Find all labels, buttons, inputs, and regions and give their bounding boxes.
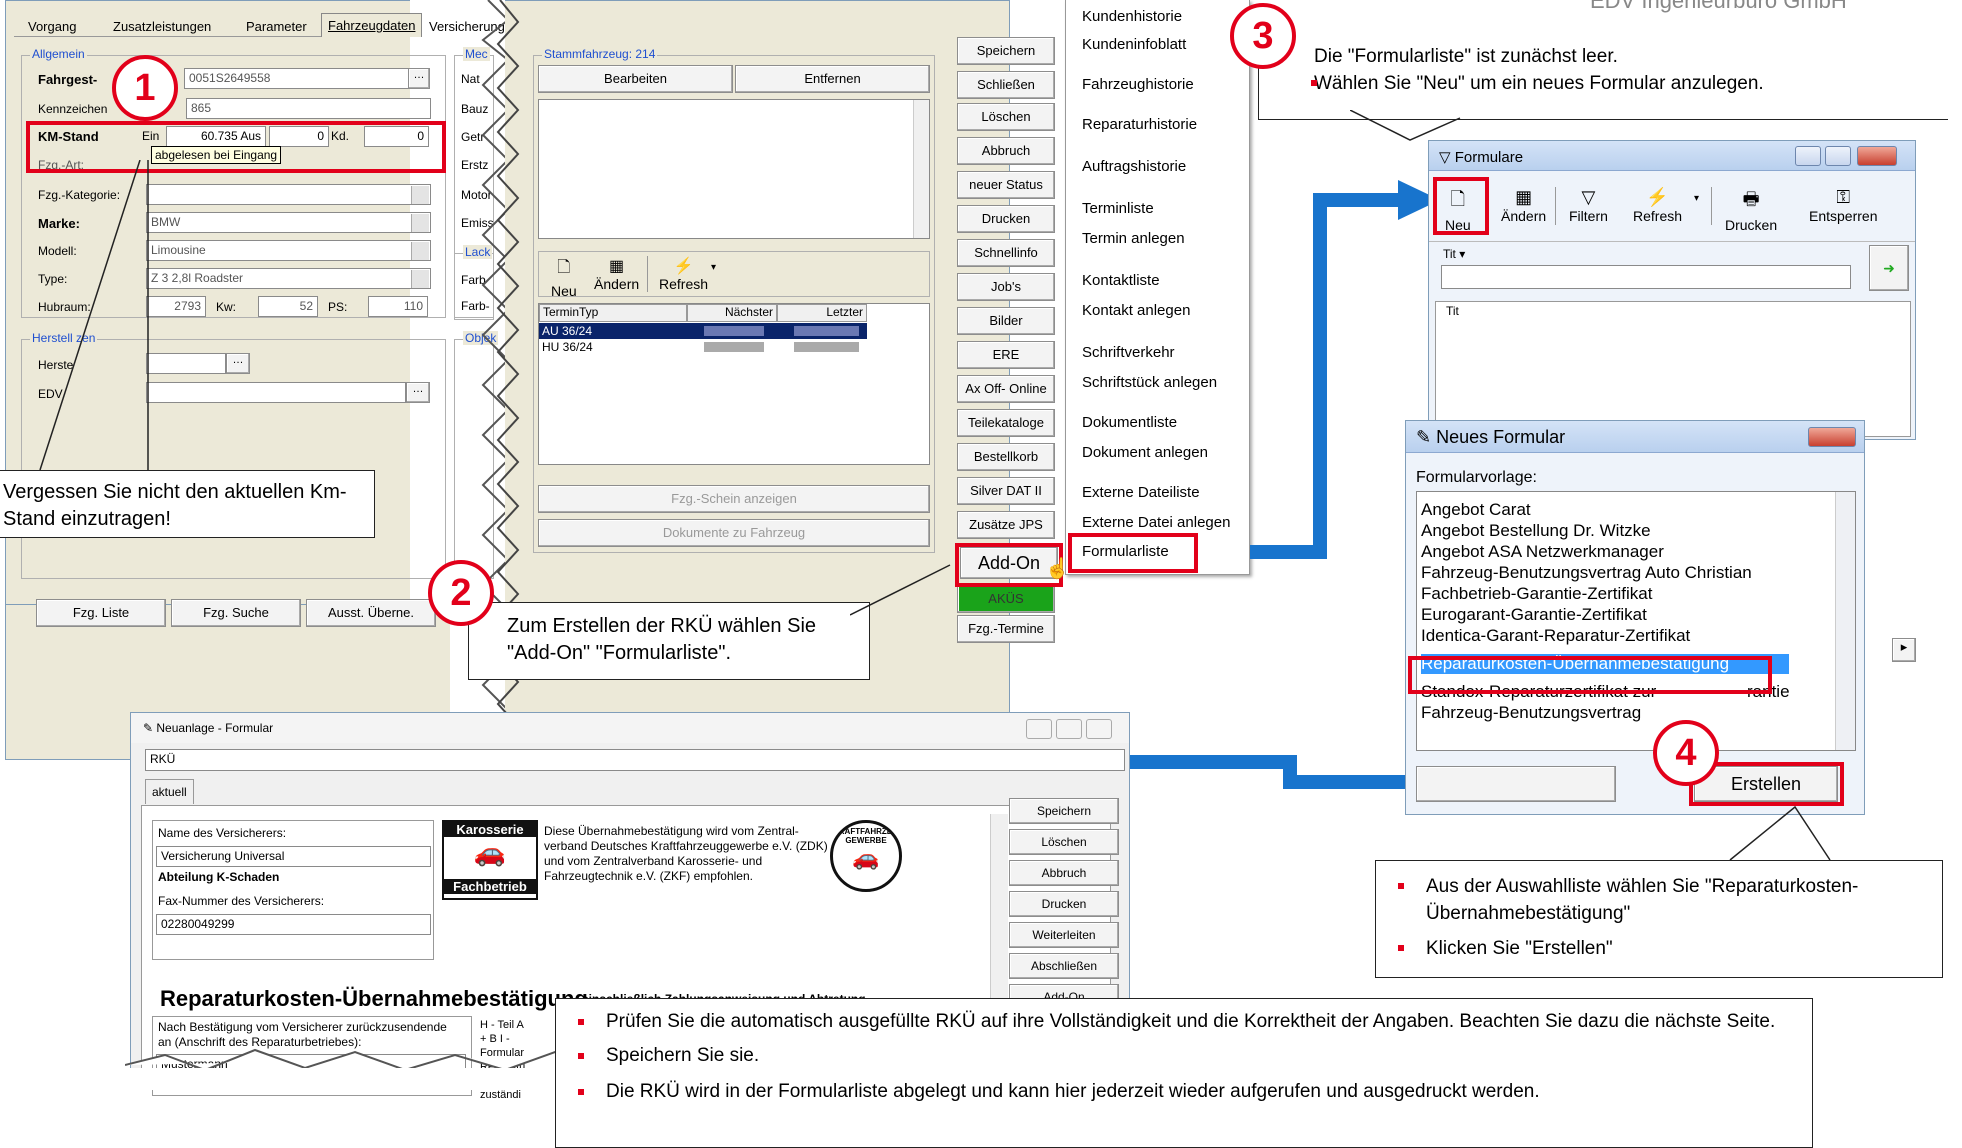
list-item[interactable]: Fahrzeug-Benutzungsvertrag xyxy=(1421,703,1641,723)
close-button[interactable] xyxy=(1857,146,1897,166)
logo-bottom-text: Fachbetrieb xyxy=(444,879,536,894)
list-item[interactable]: Angebot Bestellung Dr. Witzke xyxy=(1421,521,1651,541)
rku-highlight xyxy=(1408,656,1772,694)
neuanlage-abbruch-button[interactable]: Abbruch xyxy=(1009,860,1119,886)
minimize-button[interactable] xyxy=(1795,146,1821,166)
karosserie-logo: Karosserie 🚗 Fachbetrieb xyxy=(442,820,538,900)
neuanlage-title-text: Neuanlage - Formular xyxy=(156,721,274,735)
neues-formular-dialog: ✎ Neues Formular Formularvorlage: Angebo… xyxy=(1405,420,1865,815)
apply-filter-button[interactable]: ➜ xyxy=(1869,245,1909,291)
neuanlage-title: ✎ Neuanlage - Formular xyxy=(143,721,274,735)
formulare-refresh-label: Refresh xyxy=(1633,208,1683,224)
list-item[interactable]: Eurogarant-Garantie-Zertifikat xyxy=(1421,605,1647,625)
list-item[interactable]: Angebot ASA Netzwerkmanager xyxy=(1421,542,1664,562)
formularvorlage-label: Formularvorlage: xyxy=(1416,469,1537,486)
neues-formular-title: ✎ Neues Formular xyxy=(1416,427,1566,447)
list-item[interactable]: Fachbetrieb-Garantie-Zertifikat xyxy=(1421,584,1652,604)
logo-top-text: Karosserie xyxy=(444,822,536,837)
formulare-title: ▽ Formulare xyxy=(1439,149,1524,166)
neuanlage-abschließen-button[interactable]: Abschließen xyxy=(1009,953,1119,979)
list-scrollbar[interactable] xyxy=(1835,492,1855,750)
formular-description: Diese Übernahmebestätigung wird vom Zent… xyxy=(544,824,828,883)
formular-heading: Reparaturkosten-Übernahmebestätigung xyxy=(160,986,588,1011)
step-4-badge: 4 xyxy=(1653,720,1719,786)
fax-field[interactable]: 02280049299 xyxy=(156,914,431,935)
formulare-aendern-label: Ändern xyxy=(1501,208,1547,224)
formulare-entsperren-button[interactable]: ⚿ Entsperren xyxy=(1809,187,1877,224)
list-item[interactable]: Angebot Carat xyxy=(1421,500,1531,520)
maximize-button[interactable] xyxy=(1825,146,1851,166)
formulare-entsperren-label: Entsperren xyxy=(1809,208,1878,224)
neuanlage-löschen-button[interactable]: Löschen xyxy=(1009,829,1119,855)
titel-label-text: Tit xyxy=(1443,247,1456,261)
close-button[interactable] xyxy=(1808,427,1856,447)
list-item[interactable]: Fahrzeug-Benutzungsvertrag Auto Christia… xyxy=(1421,563,1752,583)
list-item[interactable]: Identica-Garant-Reparatur-Zertifikat xyxy=(1421,626,1690,646)
maximize-button[interactable] xyxy=(1056,719,1082,739)
abbrechen-button[interactable] xyxy=(1416,766,1616,802)
callout-5-line3: Die RKÜ wird in der Formularliste abgele… xyxy=(566,1079,1802,1105)
formulare-drucken-label: Drucken xyxy=(1725,217,1778,233)
fax-label: Fax-Nummer des Versicherers: xyxy=(158,894,325,908)
callout-pruefen: Prüfen Sie die automatisch ausgefüllte R… xyxy=(555,998,1813,1148)
callout-auswahlliste: Aus der Auswahlliste wählen Sie "Reparat… xyxy=(1375,860,1943,978)
refresh-dropdown-icon[interactable]: ▾ xyxy=(1694,193,1699,204)
seal-text: KRAFTFAHRZEUG GEWERBE xyxy=(833,827,902,845)
titel-label: Tit ▾ xyxy=(1443,247,1466,261)
formulare-list-header[interactable]: Tit xyxy=(1446,304,1459,318)
formulare-filtern-label: Filtern xyxy=(1569,208,1608,224)
formulare-window: ▽ Formulare 🗋 Neu ▦ Ändern ▽ Filtern ⚡ Refre… xyxy=(1428,140,1916,440)
formularvorlage-list[interactable]: Angebot Carat Angebot Bestellung Dr. Witz… xyxy=(1416,491,1856,751)
versicherer-field[interactable]: Versicherung Universal xyxy=(156,846,431,867)
formulare-filtern-button[interactable]: ▽ Filtern xyxy=(1569,187,1608,224)
minimize-button[interactable] xyxy=(1026,719,1052,739)
callout-4-line2: Klicken Sie "Erstellen" xyxy=(1386,935,1932,962)
formulare-refresh-button[interactable]: ⚡ Refresh xyxy=(1633,187,1682,224)
formulare-aendern-button[interactable]: ▦ Ändern xyxy=(1501,187,1546,224)
neu-highlight xyxy=(1433,177,1489,235)
neuanlage-speichern-button[interactable]: Speichern xyxy=(1009,798,1119,824)
versicherer-label: Name des Versicherers: xyxy=(158,826,287,840)
titel-filter-field[interactable] xyxy=(1441,265,1851,289)
abteilung-field[interactable]: Abteilung K-Schaden xyxy=(158,870,279,884)
close-button[interactable] xyxy=(1086,719,1112,739)
callout-4-pointer xyxy=(1729,805,1831,861)
kfz-gewerbe-seal: KRAFTFAHRZEUG GEWERBE 🚗 xyxy=(830,820,902,892)
neuanlage-drucken-button[interactable]: Drucken xyxy=(1009,891,1119,917)
callout-4-line1: Aus der Auswahlliste wählen Sie "Reparat… xyxy=(1386,873,1932,927)
formulare-list[interactable]: Tit xyxy=(1435,301,1911,437)
callout-5-line1: Prüfen Sie die automatisch ausgefüllte R… xyxy=(566,1009,1802,1035)
formulare-drucken-button[interactable]: 🖶 Drucken xyxy=(1725,187,1777,233)
callout-5-line2: Speichern Sie sie. xyxy=(566,1043,1802,1069)
tab-aktuell[interactable]: aktuell xyxy=(145,779,194,804)
neuanlage-weiterleiten-button[interactable]: Weiterleiten xyxy=(1009,922,1119,948)
formular-name-field[interactable]: RKÜ xyxy=(145,749,1125,771)
scroll-right-button[interactable]: ▸ xyxy=(1892,638,1916,662)
formulare-title-text: Formulare xyxy=(1454,149,1524,166)
neues-formular-title-text: Neues Formular xyxy=(1436,427,1566,447)
